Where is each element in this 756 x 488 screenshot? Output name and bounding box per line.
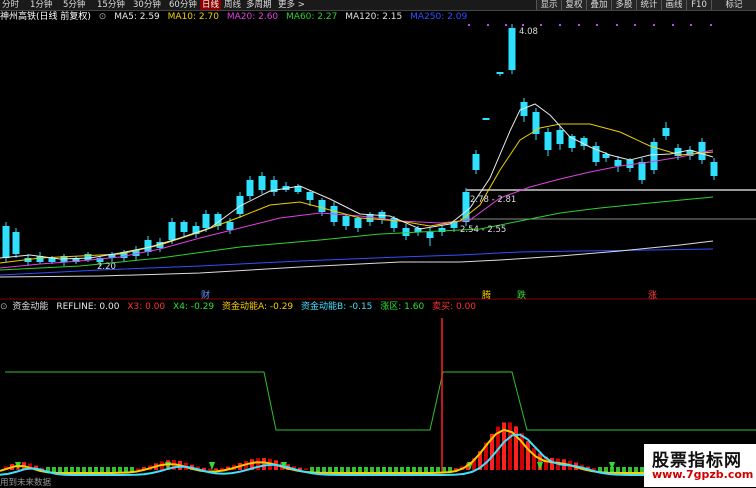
candle-body: [638, 162, 646, 180]
candle-body: [482, 118, 490, 120]
candle-body: [180, 222, 188, 232]
indicator-title: 资金动能: [12, 302, 49, 312]
top-marker: [505, 24, 507, 26]
fund-b-label: 资金动能B: -0.15: [301, 302, 373, 312]
histogram-bar: [532, 448, 536, 470]
candle-body: [496, 72, 504, 74]
candle-body: [258, 176, 266, 190]
histogram-bar: [208, 468, 212, 470]
histogram-bar: [526, 441, 530, 470]
watermark-box: 股票指标网 www.7gpzb.com: [644, 444, 756, 487]
histogram-bar: [304, 468, 308, 470]
candle-body: [426, 232, 434, 238]
candle-body: [2, 226, 10, 258]
candle-body: [462, 192, 470, 222]
zone-line: [5, 371, 756, 431]
fund-momentum-a-line: [0, 428, 736, 474]
candle-body: [226, 222, 234, 230]
histogram-bar: [262, 458, 266, 470]
candle-body: [144, 240, 152, 252]
candle-body: [318, 200, 326, 212]
histogram-bar: [256, 458, 260, 470]
candle-body: [12, 232, 20, 254]
candle-body: [710, 162, 718, 176]
top-marker: [653, 24, 655, 26]
signal-mark-teng: 腾: [482, 291, 492, 301]
candle-body: [354, 218, 362, 228]
top-marker: [468, 24, 470, 26]
candle-body: [342, 216, 350, 226]
candle-body: [508, 28, 516, 70]
indicator-legend: ⊙ 资金动能 REFLINE: 0.00 X3: 0.00 X4: -0.29 …: [0, 301, 481, 313]
x3-label: X3: 0.00: [127, 302, 166, 312]
candle-body: [168, 222, 176, 240]
candle-body: [402, 228, 410, 236]
rise-zone-label: 涨区: 1.60: [380, 302, 425, 312]
candle-body: [246, 180, 254, 196]
range-label-2: 2.54 - 2.55: [460, 225, 507, 235]
future-data-note: 用到未来数据: [0, 478, 52, 488]
indicator-settings-icon[interactable]: ⊙: [0, 302, 8, 312]
top-marker: [559, 24, 561, 26]
histogram-bar: [214, 468, 218, 470]
high-price-label: 4.08: [519, 27, 538, 37]
top-marker: [634, 24, 636, 26]
top-marker: [710, 24, 712, 26]
candle-body: [84, 254, 92, 260]
candle-body: [472, 154, 480, 170]
top-marker: [690, 24, 692, 26]
top-marker: [596, 24, 598, 26]
top-marker: [487, 24, 489, 26]
kline-chart[interactable]: [0, 0, 756, 487]
refline-label: REFLINE: 0.00: [56, 302, 120, 312]
top-marker: [616, 24, 618, 26]
top-marker: [672, 24, 674, 26]
x4-label: X4: -0.29: [173, 302, 215, 312]
low-price-label: 2.20: [97, 262, 116, 272]
top-marker: [578, 24, 580, 26]
ma10-line: [0, 123, 714, 264]
ma5-line: [0, 103, 714, 260]
histogram-bar: [550, 457, 554, 470]
candle-body: [698, 142, 706, 160]
watermark-url: www.7gpzb.com: [652, 468, 754, 481]
buy-sell-label: 卖买: 0.00: [432, 302, 477, 312]
down-arrow-icon: [609, 462, 615, 470]
candle-body: [202, 214, 210, 228]
histogram-bar: [508, 422, 512, 470]
candle-body: [306, 192, 314, 200]
candle-body: [556, 130, 564, 144]
histogram-bar: [514, 426, 518, 470]
signal-mark-cai: 财: [201, 291, 211, 301]
down-arrow-icon: [537, 462, 543, 470]
candle-body: [614, 160, 622, 166]
signal-mark-zhang: 涨: [648, 291, 658, 301]
signal-mark-die: 跌: [517, 291, 527, 301]
range-label-1: 2.78 - 2.81: [470, 195, 517, 205]
candle-body: [662, 128, 670, 136]
histogram-bar: [136, 468, 140, 470]
candle-body: [544, 132, 552, 150]
histogram-bar: [520, 433, 524, 470]
top-marker: [522, 24, 524, 26]
fund-a-label: 资金动能A: -0.29: [221, 302, 294, 312]
top-marker: [540, 24, 542, 26]
